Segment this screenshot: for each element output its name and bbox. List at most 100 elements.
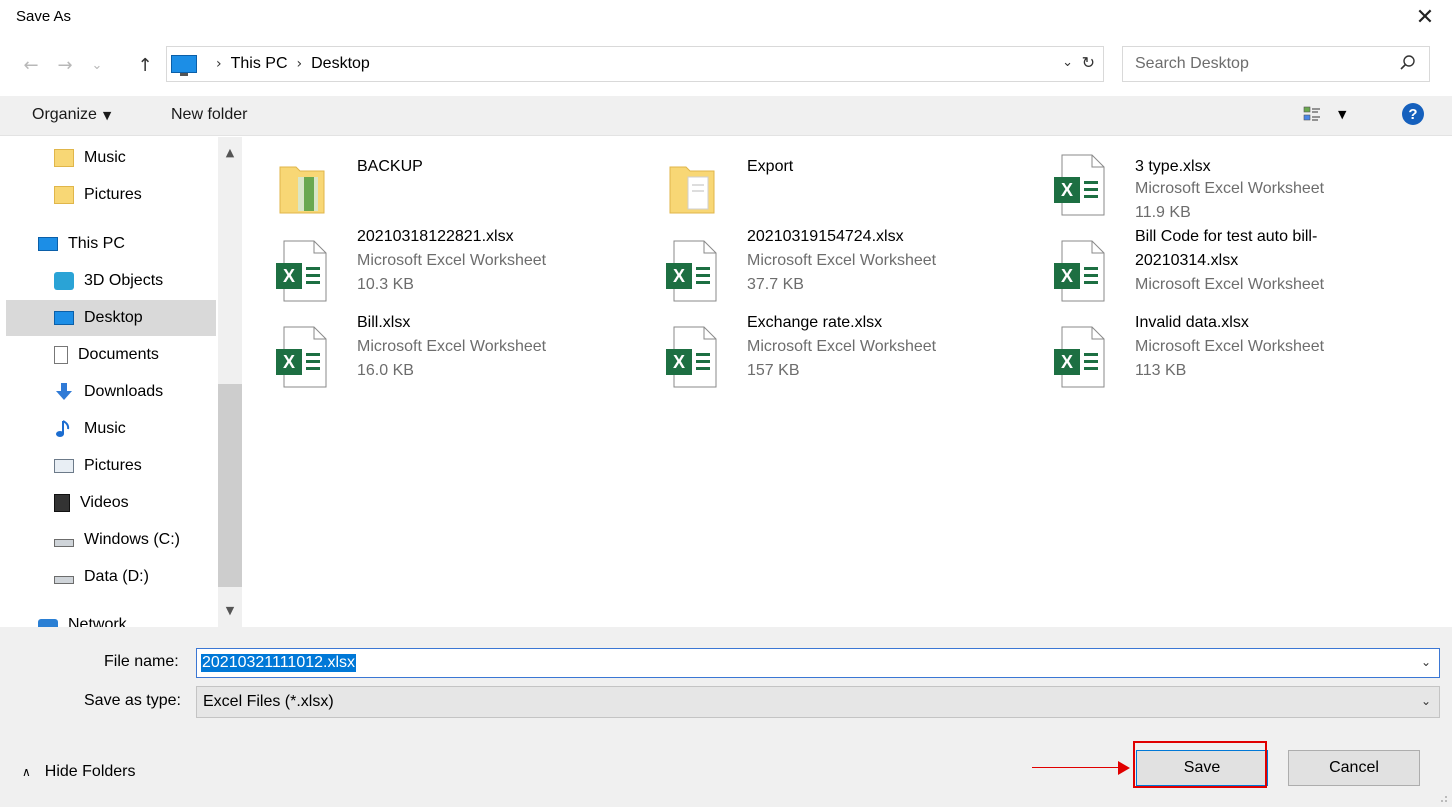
file-name-dropdown-chevron-icon[interactable]: ⌄ [1421, 655, 1431, 669]
svg-text:X: X [1061, 352, 1073, 372]
hide-folders-label: Hide Folders [44, 763, 136, 780]
sidebar-item-music-quick[interactable]: Music [6, 140, 216, 176]
excel-file-icon: X [666, 326, 717, 388]
save-as-type-value: Excel Files (*.xlsx) [203, 693, 334, 710]
file-name: Bill.xlsx [357, 314, 411, 331]
breadcrumb-this-pc[interactable]: This PC [231, 55, 288, 73]
sidebar-item-label: 3D Objects [84, 272, 164, 289]
new-folder-button[interactable]: New folder [171, 106, 247, 124]
file-name: Bill Code for test auto bill-20210314.xl… [1135, 228, 1318, 269]
address-bar[interactable]: › This PC › Desktop ⌄ ↻ [166, 46, 1104, 82]
file-item-20210319154724[interactable]: X 20210319154724.xlsx Microsoft Excel Wo… [634, 223, 1014, 307]
file-item-3-type[interactable]: X 3 type.xlsx Microsoft Excel Worksheet … [1022, 137, 1402, 221]
file-type: Microsoft Excel Worksheet [747, 252, 937, 269]
help-icon[interactable]: ? [1402, 103, 1424, 125]
breadcrumb-separator[interactable]: › [216, 56, 222, 72]
hide-folders-button[interactable]: ∧ Hide Folders [22, 763, 136, 781]
folder-icon [54, 149, 74, 167]
back-arrow-icon[interactable]: ← [18, 50, 44, 80]
file-name: Exchange rate.xlsx [747, 314, 883, 331]
address-dropdown-chevron-icon[interactable]: ⌄ [1062, 55, 1073, 70]
sidebar-item-data-d[interactable]: Data (D:) [6, 559, 216, 595]
sidebar-item-videos[interactable]: Videos [6, 485, 216, 521]
file-size: 37.7 KB [747, 276, 804, 293]
breadcrumb-separator[interactable]: › [297, 56, 303, 72]
file-item-export[interactable]: Export [634, 137, 1014, 221]
folder-icon [669, 166, 715, 214]
folder-icon [279, 166, 325, 214]
file-item-invalid-data[interactable]: X Invalid data.xlsx Microsoft Excel Work… [1022, 309, 1402, 393]
file-name: 3 type.xlsx [1135, 158, 1211, 175]
organize-menu[interactable]: Organize ▼ [32, 106, 111, 124]
excel-file-icon: X [666, 240, 717, 302]
sidebar-item-music[interactable]: Music [6, 411, 216, 447]
sidebar-item-3d-objects[interactable]: 3D Objects [6, 263, 216, 299]
file-item-bill[interactable]: X Bill.xlsx Microsoft Excel Worksheet 16… [244, 309, 624, 393]
scroll-up-icon[interactable]: ▲ [218, 141, 242, 163]
file-list: BACKUP Export X 3 type.xlsx Microsoft Ex… [244, 137, 1452, 627]
sidebar-item-network[interactable]: Network [6, 607, 216, 627]
file-size: 10.3 KB [357, 276, 414, 293]
forward-arrow-icon[interactable]: → [52, 50, 78, 80]
desktop-icon [54, 311, 74, 325]
file-item-exchange-rate[interactable]: X Exchange rate.xlsx Microsoft Excel Wor… [634, 309, 1014, 393]
annotation-arrow-head [1118, 761, 1130, 775]
search-placeholder: Search Desktop [1135, 55, 1249, 72]
file-name: 20210318122821.xlsx [357, 228, 514, 245]
excel-file-icon: X [1054, 154, 1105, 216]
file-item-bill-code[interactable]: X Bill Code for test auto bill-20210314.… [1022, 223, 1402, 307]
sidebar-item-pictures[interactable]: Pictures [6, 448, 216, 484]
sidebar-scrollbar-thumb[interactable] [218, 384, 242, 587]
sidebar-item-documents[interactable]: Documents [6, 337, 216, 373]
view-options-caret-icon[interactable]: ▼ [1338, 108, 1346, 121]
breadcrumb-desktop[interactable]: Desktop [311, 55, 370, 73]
sidebar-item-pictures-quick[interactable]: Pictures [6, 177, 216, 213]
3d-objects-icon [54, 272, 74, 290]
pictures-icon [54, 459, 74, 473]
save-as-type-dropdown-chevron-icon[interactable]: ⌄ [1421, 694, 1431, 708]
svg-text:X: X [1061, 266, 1073, 286]
sidebar-item-label: Network [68, 616, 127, 627]
sidebar-item-desktop[interactable]: Desktop [6, 300, 216, 336]
sidebar-item-windows-c[interactable]: Windows (C:) [6, 522, 216, 558]
save-form-panel: File name: 20210321111012.xlsx ⌄ Save as… [0, 627, 1452, 807]
excel-file-icon: X [1054, 326, 1105, 388]
file-type: Microsoft Excel Worksheet [747, 338, 937, 355]
sidebar-item-downloads[interactable]: Downloads [6, 374, 216, 410]
refresh-icon[interactable]: ↻ [1082, 53, 1095, 72]
caret-down-icon: ▼ [102, 109, 112, 122]
sidebar-item-label: Pictures [84, 457, 142, 474]
file-size: 16.0 KB [357, 362, 414, 379]
recent-locations-chevron-icon[interactable]: ⌄ [84, 50, 110, 80]
sidebar-item-label: Desktop [84, 309, 143, 326]
svg-text:X: X [283, 352, 295, 372]
save-as-type-select[interactable]: Excel Files (*.xlsx) ⌄ [196, 686, 1440, 718]
sidebar-item-label: Downloads [84, 383, 164, 400]
change-view-icon[interactable] [1302, 105, 1322, 125]
file-name-input[interactable]: 20210321111012.xlsx ⌄ [196, 648, 1440, 678]
file-item-20210318122821[interactable]: X 20210318122821.xlsx Microsoft Excel Wo… [244, 223, 624, 307]
up-arrow-icon[interactable]: ↑ [132, 50, 158, 80]
search-icon[interactable] [1399, 54, 1417, 72]
dialog-title: Save As [16, 8, 72, 25]
file-item-backup[interactable]: BACKUP [244, 137, 624, 221]
excel-file-icon: X [1054, 240, 1105, 302]
sidebar-item-this-pc[interactable]: This PC [6, 226, 216, 262]
navigation-pane: Music Pictures This PC 3D Objects Deskto… [0, 137, 242, 627]
file-name: Invalid data.xlsx [1135, 314, 1249, 331]
file-name: Export [747, 158, 794, 175]
videos-icon [54, 494, 70, 512]
svg-text:X: X [673, 352, 685, 372]
save-button[interactable]: Save [1136, 750, 1268, 786]
search-input[interactable]: Search Desktop [1122, 46, 1430, 82]
cancel-button[interactable]: Cancel [1288, 750, 1420, 786]
scroll-down-icon[interactable]: ▼ [218, 599, 242, 621]
excel-file-icon: X [276, 240, 327, 302]
navigation-bar: ← → ⌄ ↑ › This PC › Desktop ⌄ ↻ Search D… [0, 46, 1452, 84]
sidebar-item-label: Windows (C:) [84, 531, 181, 548]
resize-grip-icon[interactable] [1438, 793, 1448, 803]
file-type: Microsoft Excel Worksheet [357, 252, 547, 269]
close-icon[interactable]: ✕ [1410, 2, 1440, 32]
chevron-up-icon: ∧ [22, 765, 31, 779]
save-as-type-label: Save as type: [84, 692, 181, 709]
